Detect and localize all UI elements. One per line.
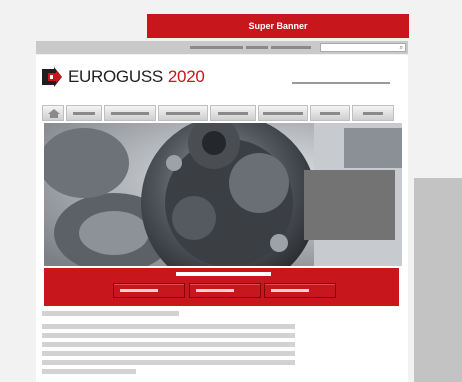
nav-item[interactable] xyxy=(258,105,308,121)
nav-home[interactable] xyxy=(42,105,64,121)
cta-strip xyxy=(44,268,399,306)
nav-item[interactable] xyxy=(310,105,350,121)
main-navigation xyxy=(42,105,402,121)
utility-bar: ⌕ xyxy=(36,41,408,54)
cta-button[interactable] xyxy=(189,283,261,298)
nav-item[interactable] xyxy=(66,105,102,121)
hero-overlay-placeholder[interactable] xyxy=(304,170,395,240)
text-line-placeholder xyxy=(42,324,295,329)
utility-link-placeholder[interactable] xyxy=(271,46,311,49)
text-line-placeholder xyxy=(42,342,295,347)
cta-button[interactable] xyxy=(113,283,185,298)
utility-link-placeholder[interactable] xyxy=(190,46,243,49)
home-icon xyxy=(48,109,60,118)
euroguss-logo-icon xyxy=(40,65,64,89)
logo-name: EUROGUSS xyxy=(68,67,163,86)
utility-link-placeholder[interactable] xyxy=(246,46,268,49)
cta-button[interactable] xyxy=(264,283,336,298)
skyscraper-ad-placeholder[interactable] xyxy=(414,178,462,382)
site-logo[interactable]: EUROGUSS 2020 xyxy=(40,65,205,89)
text-line-placeholder xyxy=(42,333,295,338)
search-icon[interactable]: ⌕ xyxy=(400,44,403,52)
nav-item[interactable] xyxy=(352,105,394,121)
text-line-placeholder xyxy=(42,369,136,374)
text-line-placeholder xyxy=(42,360,295,365)
page-content: EUROGUSS 2020 xyxy=(36,55,408,382)
header-text-placeholder xyxy=(292,82,390,84)
text-line-placeholder xyxy=(42,351,295,356)
cta-heading-placeholder xyxy=(176,272,271,276)
nav-item[interactable] xyxy=(210,105,256,121)
nav-item[interactable] xyxy=(104,105,156,121)
logo-wordmark: EUROGUSS 2020 xyxy=(68,67,205,87)
logo-year: 2020 xyxy=(167,67,205,86)
super-banner[interactable]: Super Banner xyxy=(147,14,409,38)
search-input[interactable]: ⌕ xyxy=(320,43,406,52)
nav-item[interactable] xyxy=(158,105,208,121)
text-line-placeholder xyxy=(42,311,179,316)
